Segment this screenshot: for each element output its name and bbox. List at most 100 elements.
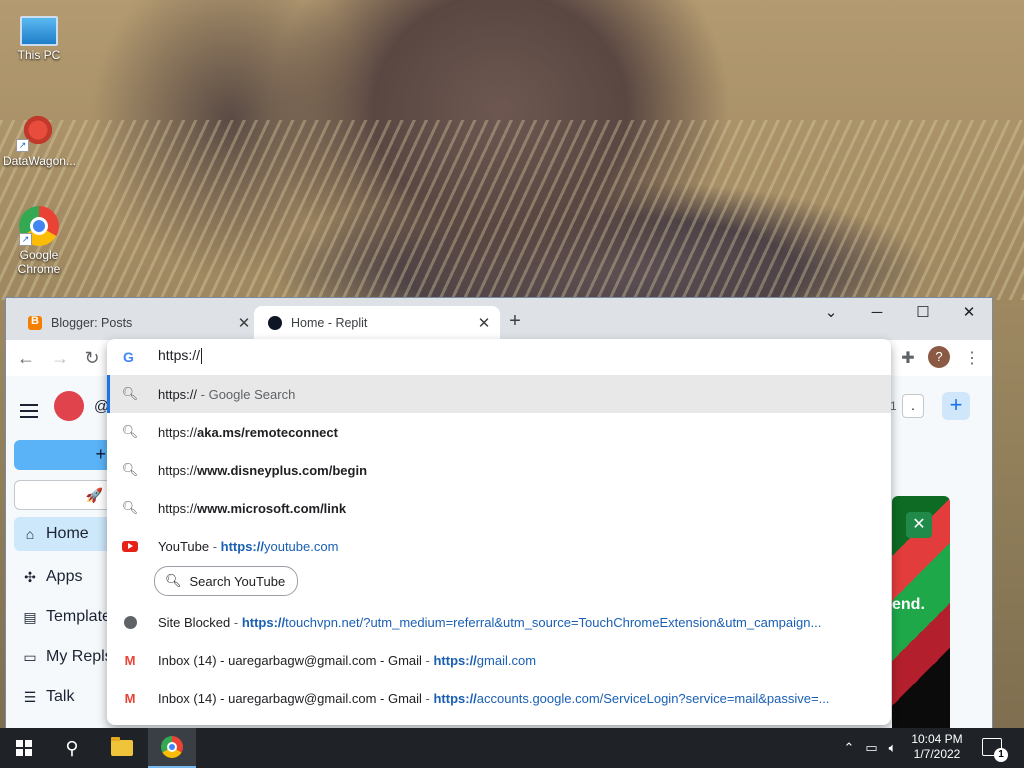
search-icon: 🔍︎ [121,500,139,515]
command-button[interactable]: . [902,394,924,418]
search-button[interactable]: ⚲ [48,728,96,768]
apps-icon: ✣ [24,568,36,585]
folder-icon [111,737,133,756]
suggestion-url: gmail.com [476,652,537,668]
hamburger-menu-icon[interactable] [20,404,38,418]
notification-count: 1 [890,399,897,413]
extensions-icon[interactable]: ✚ [896,346,920,370]
search-icon: ⚲ [65,737,79,758]
taskbar: ⚲ ⌃ ▭ 🔈︎ 10:04 PM 1/7/2022 1 [0,728,1024,768]
reload-button[interactable]: ↻ [80,346,104,370]
tab-home-replit[interactable]: Home - Replit ✕ [254,306,500,340]
forward-button[interactable]: → [48,346,72,370]
new-tab-button[interactable]: + [504,311,526,333]
tab-title: Home - Replit [291,316,368,330]
suggestion-youtube[interactable]: YouTube - https://youtube.com [107,527,891,565]
create-repl-button[interactable]: + [14,440,114,470]
suggestion-google-search[interactable]: 🔍︎ https:// - Google Search [107,375,891,413]
suggestion-match: aka.ms/remoteconnect [197,424,338,440]
sidebar-item-label: Talk [46,688,75,705]
start-button[interactable] [0,728,48,768]
volume-icon[interactable]: 🔈︎ [889,740,897,756]
chrome-icon [161,736,183,758]
system-tray: ⌃ ▭ 🔈︎ [838,728,902,768]
suggestion-url-match: https:// [433,690,477,706]
suggestion-url-match: https:// [241,614,286,630]
search-icon: 🔍︎ [121,462,139,477]
home-icon: ⌂ [25,526,35,542]
suggestion-title: Inbox (14) - uaregarbagw@gmail.com - Gma… [158,690,422,706]
clock-date: 1/7/2022 [913,747,961,761]
shortcut-arrow-icon: ↗ [16,139,29,152]
tab-blogger-posts[interactable]: Blogger: Posts ✕ [14,306,260,340]
close-tab-icon[interactable]: ✕ [474,313,494,333]
sidebar-item-label: Apps [46,568,83,585]
search-icon: 🔍︎ [121,386,139,401]
suggestion-separator: - [209,538,221,554]
suggestion-gmail[interactable]: M Inbox (14) - uaregarbagw@gmail.com - G… [107,641,891,679]
desktop-icon-this-pc[interactable]: This PC [4,8,74,62]
youtube-icon [122,538,138,554]
suggestion-url: youtube.com [263,538,339,554]
clock[interactable]: 10:04 PM 1/7/2022 [904,732,970,762]
suggestion-url: touchvpn.net/?utm_medium=referral&utm_so… [285,614,822,630]
close-tab-icon[interactable]: ✕ [234,313,254,333]
user-avatar[interactable] [54,391,84,421]
suggestion-history[interactable]: 🔍︎ https://www.microsoft.com/link [107,489,891,527]
search-icon: 🔍︎ [121,424,139,439]
chrome-taskbar-button[interactable] [148,728,196,768]
network-icon[interactable]: ▭ [865,740,877,756]
gmail-icon: M [124,652,136,668]
desktop-icon-label: This PC [17,48,61,62]
suggestion-title: Site Blocked [158,614,231,630]
search-youtube-label: Search YouTube [189,573,286,589]
banner-text: end. [892,596,925,613]
address-bar[interactable]: G https:// [107,339,891,375]
maximize-button[interactable]: ☐ [900,298,946,326]
omnibox-dropdown: G https:// 🔍︎ https:// - Google Search 🔍… [107,339,891,725]
suggestion-url: accounts.google.com/ServiceLogin?service… [476,690,830,706]
shortcut-arrow-icon: ↗ [19,233,32,246]
rocket-icon[interactable]: 🚀 [14,480,114,510]
create-plus-button[interactable]: + [942,392,970,420]
gmail-icon: M [124,690,136,706]
back-button[interactable]: ← [14,346,38,370]
more-menu-icon[interactable]: ⋮ [960,346,984,370]
suggestion-title: Inbox (14) - uaregarbagw@gmail.com - Gma… [158,652,422,668]
sidebar-item-label: Template [46,608,111,625]
sidebar-item-label: My Repls [46,648,113,665]
close-icon[interactable]: ✕ [906,512,932,538]
file-explorer-button[interactable] [98,728,146,768]
notification-badge: 1 [994,748,1008,762]
suggestion-secondary: - Google Search [197,386,296,402]
address-input[interactable]: https:// [158,347,203,365]
replit-icon [268,316,282,330]
globe-icon [122,614,138,630]
suggestion-history[interactable]: 🔍︎ https://www.disneyplus.com/begin [107,451,891,489]
minimize-button[interactable]: ─ [854,298,900,326]
clock-time: 10:04 PM [911,732,963,746]
suggestion-gmail[interactable]: M Inbox (14) - uaregarbagw@gmail.com - G… [107,679,891,717]
chevron-up-icon[interactable]: ⌃ [843,740,854,756]
chrome-icon: ↗ [19,206,59,246]
sidebar-item-label: Home [46,525,89,542]
folder-icon: ▭ [23,648,37,665]
profile-avatar[interactable]: ? [928,346,950,368]
google-icon: G [123,349,134,365]
desktop-icon-chrome[interactable]: ↗ Google Chrome [4,206,74,276]
search-icon: 🔍︎ [165,573,182,588]
tab-search-icon[interactable]: ⌄ [808,298,854,326]
suggestion-title: YouTube [158,538,210,554]
search-youtube-button[interactable]: 🔍︎ Search YouTube [154,566,299,596]
suggestion-site-blocked[interactable]: Site Blocked - https://touchvpn.net/?utm… [107,603,891,641]
suggestion-prefix: https:// [158,500,198,516]
suggestion-url-match: https:// [220,538,264,554]
datawagon-icon: ↗ [16,108,60,152]
talk-icon: ☰ [23,688,37,705]
suggestion-history[interactable]: 🔍︎ https://aka.ms/remoteconnect [107,413,891,451]
desktop-icon-datawagon[interactable]: ↗ DataWagon... [3,108,76,168]
suggestion-prefix: https:// [158,424,198,440]
suggestion-url-match: https:// [433,652,477,668]
close-window-button[interactable]: ✕ [946,298,992,326]
blogger-icon [28,315,42,330]
